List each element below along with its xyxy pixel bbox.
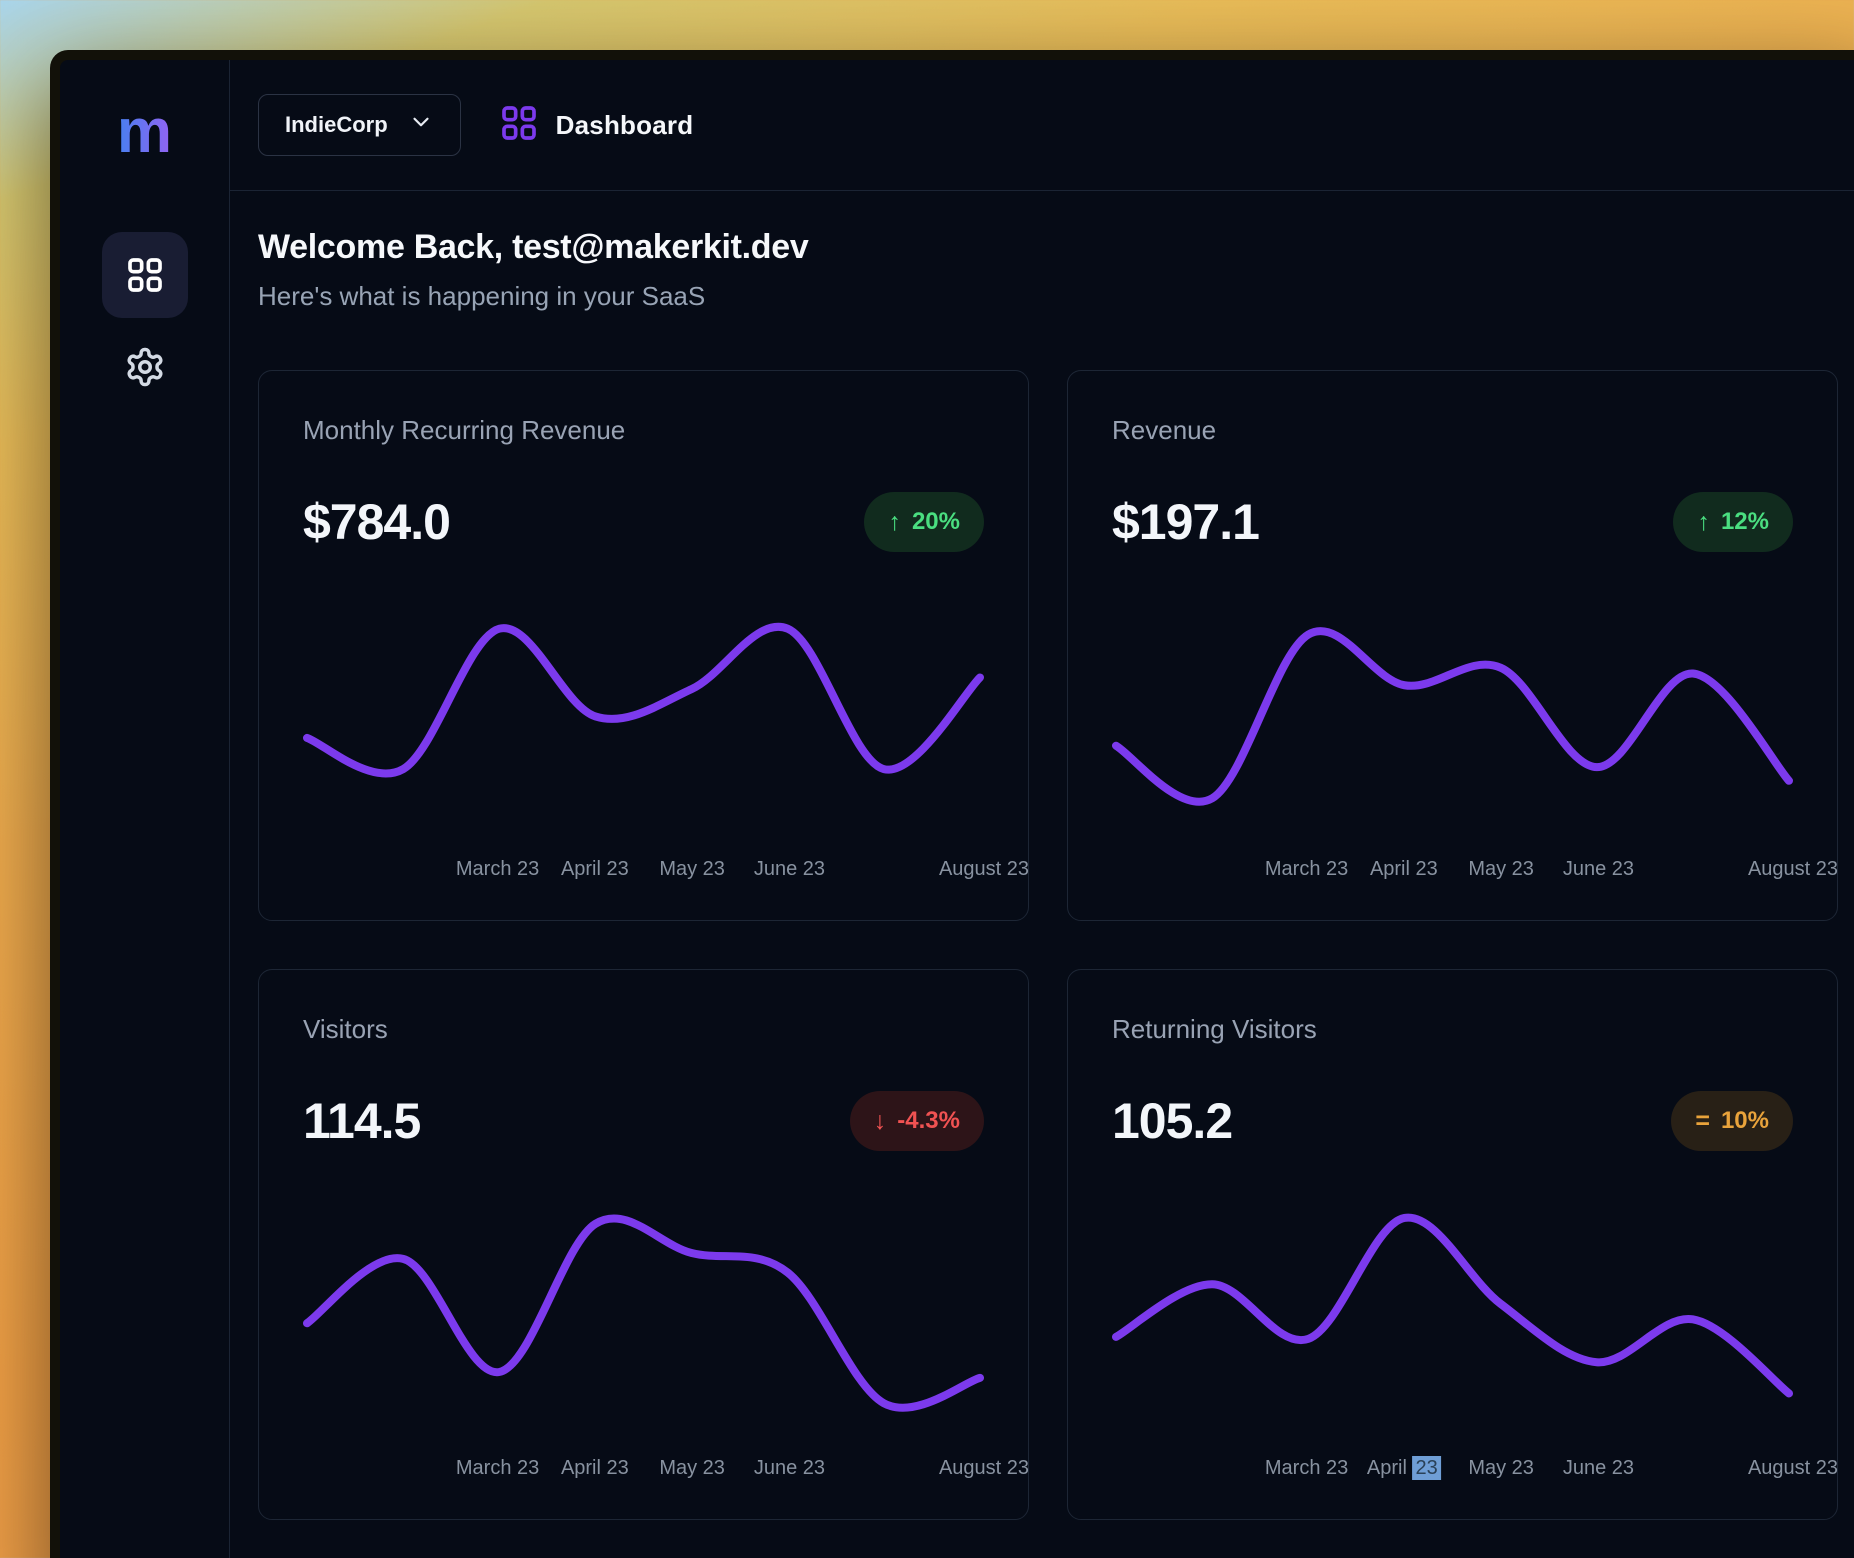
chevron-down-icon xyxy=(408,109,434,141)
trend-badge: ↑ 20% xyxy=(864,492,984,552)
axis-tick-label: March 23 xyxy=(456,1457,539,1480)
chart-line-series xyxy=(307,627,980,774)
x-axis: March 23April 23May 23June 23August 23 xyxy=(303,1457,984,1483)
trend-up-icon: ↑ xyxy=(888,510,901,535)
chart-line-series xyxy=(307,1218,980,1407)
axis-tick-label: June 23 xyxy=(754,1457,825,1480)
card-title: Monthly Recurring Revenue xyxy=(303,415,984,445)
metric-value: $197.1 xyxy=(1112,491,1259,553)
chart-line-series xyxy=(1116,1218,1789,1394)
line-chart xyxy=(303,607,984,822)
axis-tick-label: August 23 xyxy=(1748,858,1838,881)
line-chart xyxy=(1112,607,1793,822)
axis-tick-label: May 23 xyxy=(1468,1457,1534,1480)
axis-tick-label: April 23 xyxy=(1367,1457,1441,1480)
line-chart xyxy=(1112,1206,1793,1421)
team-selector-button[interactable]: IndieCorp xyxy=(258,94,461,156)
trend-badge: = 10% xyxy=(1671,1091,1793,1151)
welcome-heading: Welcome Back, test@makerkit.dev xyxy=(258,227,1838,267)
chart-line-series xyxy=(1116,631,1789,802)
axis-tick-label: March 23 xyxy=(1265,858,1348,881)
sidebar-item-dashboard[interactable] xyxy=(102,232,188,318)
x-axis: March 23April 23May 23June 23August 23 xyxy=(303,858,984,884)
trend-badge: ↑ 12% xyxy=(1673,492,1793,552)
axis-tick-label: March 23 xyxy=(1265,1457,1348,1480)
axis-tick-label: June 23 xyxy=(754,858,825,881)
axis-tick-label: May 23 xyxy=(659,1457,725,1480)
axis-tick-label: August 23 xyxy=(939,1457,1029,1480)
card-monthly-recurring-revenue: Monthly Recurring Revenue $784.0 ↑ 20% M… xyxy=(258,370,1029,921)
axis-tick-label: August 23 xyxy=(939,858,1029,881)
topbar: IndieCorp Dashboard xyxy=(230,60,1854,191)
x-axis: March 23April 23May 23June 23August 23 xyxy=(1112,1457,1793,1483)
trend-down-icon: ↓ xyxy=(874,1109,887,1134)
trend-badge-label: -4.3% xyxy=(897,1107,960,1135)
axis-tick-label: March 23 xyxy=(456,858,539,881)
layout-grid-icon-purple xyxy=(499,103,539,148)
sidebar-item-settings[interactable] xyxy=(102,324,188,410)
axis-tick-label: April 23 xyxy=(561,1457,629,1480)
axis-tick-label: June 23 xyxy=(1563,1457,1634,1480)
card-returning-visitors: Returning Visitors 105.2 = 10% March 23 A… xyxy=(1067,969,1838,1520)
card-revenue: Revenue $197.1 ↑ 12% March 23 April 23 May… xyxy=(1067,370,1838,921)
axis-tick-label: May 23 xyxy=(1468,858,1534,881)
axis-tick-label: May 23 xyxy=(659,858,725,881)
axis-tick-label: June 23 xyxy=(1563,858,1634,881)
trend-badge-label: 12% xyxy=(1721,508,1769,536)
trend-badge-label: 20% xyxy=(912,508,960,536)
text-selection-highlight: 23 xyxy=(1413,1456,1441,1480)
page-title: Dashboard xyxy=(556,110,694,141)
value-row: $197.1 ↑ 12% xyxy=(1112,491,1793,553)
value-row: $784.0 ↑ 20% xyxy=(303,491,984,553)
value-row: 114.5 ↓ -4.3% xyxy=(303,1090,984,1152)
content: Welcome Back, test@makerkit.dev Here's w… xyxy=(230,191,1854,1520)
team-selector-label: IndieCorp xyxy=(285,112,388,138)
gear-icon xyxy=(124,346,166,388)
axis-tick-label: April 23 xyxy=(561,858,629,881)
sidebar: m xyxy=(60,60,230,1558)
desktop: { "topbar": { "team_label": "IndieCorp",… xyxy=(0,0,1854,1558)
card-title: Returning Visitors xyxy=(1112,1014,1793,1044)
x-axis: March 23April 23May 23June 23August 23 xyxy=(1112,858,1793,884)
value-row: 105.2 = 10% xyxy=(1112,1090,1793,1152)
trend-up-icon: ↑ xyxy=(1697,510,1710,535)
breadcrumb: Dashboard xyxy=(499,103,694,148)
metric-value: 105.2 xyxy=(1112,1090,1232,1152)
trend-badge: ↓ -4.3% xyxy=(850,1091,984,1151)
trend-flat-icon: = xyxy=(1695,1109,1710,1134)
main-area: IndieCorp Dashboard Welcome Back, test@m… xyxy=(230,60,1854,1558)
axis-tick-label: April 23 xyxy=(1370,858,1438,881)
card-visitors: Visitors 114.5 ↓ -4.3% March 23 April 23 M… xyxy=(258,969,1029,1520)
metric-value: 114.5 xyxy=(303,1090,420,1152)
layout-grid-icon xyxy=(125,255,165,295)
app-window: m IndieCorp xyxy=(50,50,1854,1558)
metrics-grid: Monthly Recurring Revenue $784.0 ↑ 20% M… xyxy=(258,370,1838,1520)
card-title: Visitors xyxy=(303,1014,984,1044)
metric-value: $784.0 xyxy=(303,491,450,553)
makerkit-logo: m xyxy=(117,86,172,178)
card-title: Revenue xyxy=(1112,415,1793,445)
welcome-subtitle: Here's what is happening in your SaaS xyxy=(258,280,1838,312)
line-chart xyxy=(303,1206,984,1421)
trend-badge-label: 10% xyxy=(1721,1107,1769,1135)
axis-tick-label: August 23 xyxy=(1748,1457,1838,1480)
